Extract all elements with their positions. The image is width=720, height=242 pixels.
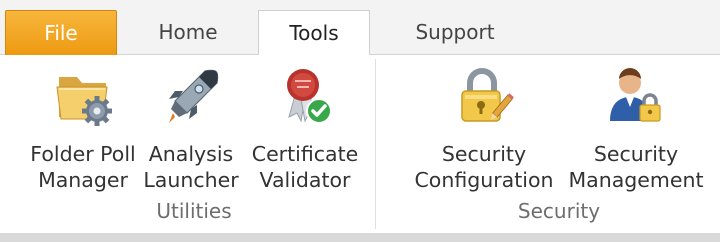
analysis-launcher-button[interactable]: Analysis Launcher — [142, 59, 240, 195]
padlock-pencil-icon — [461, 68, 514, 122]
folder-poll-manager-label: Folder Poll Manager — [30, 142, 136, 192]
tab-tools[interactable]: Tools — [258, 10, 370, 56]
rocket-icon — [169, 69, 219, 123]
folder-poll-manager-button[interactable]: Folder Poll Manager — [26, 59, 140, 195]
tab-home[interactable]: Home — [128, 10, 248, 55]
ribbon-tab-strip: File Home Tools Support — [0, 0, 720, 56]
group-label-security: Security — [517, 199, 601, 223]
security-configuration-button[interactable]: Security Configuration — [412, 59, 556, 195]
security-configuration-label: Security Configuration — [414, 142, 554, 192]
analysis-launcher-label: Analysis Launcher — [143, 142, 239, 192]
certificate-validator-label: Certificate Validator — [251, 142, 359, 192]
certificate-validator-button[interactable]: Certificate Validator — [248, 59, 362, 195]
security-management-label: Security Management — [568, 142, 704, 192]
security-management-button[interactable]: Security Management — [566, 59, 706, 195]
group-label-utilities: Utilities — [156, 199, 232, 223]
user-lock-icon — [610, 68, 661, 122]
ribbon-bottom-border — [0, 233, 720, 242]
ribbon-panel: Folder Poll Manager Analysis Launcher Ce… — [0, 55, 720, 233]
tab-file[interactable]: File — [5, 10, 117, 55]
group-separator — [375, 59, 376, 229]
folder-gear-icon — [56, 77, 112, 126]
tab-support[interactable]: Support — [380, 10, 530, 55]
certificate-check-icon — [287, 69, 332, 124]
